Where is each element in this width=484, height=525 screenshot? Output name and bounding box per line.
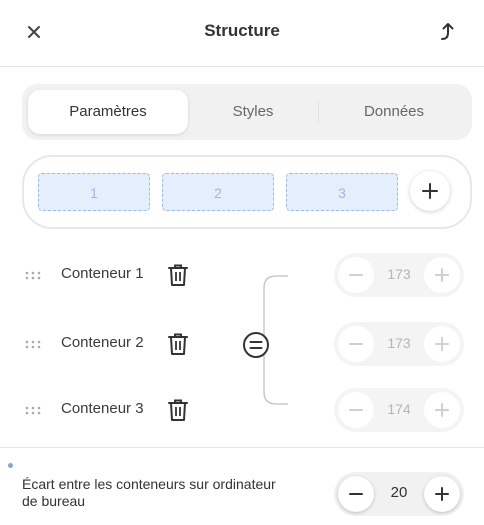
- responsive-indicator-dot: [8, 463, 13, 468]
- increment-button[interactable]: [424, 326, 460, 362]
- container-row: Conteneur 3 174: [22, 386, 472, 434]
- minus-icon: [349, 274, 363, 276]
- container-row: Conteneur 1 173: [22, 251, 472, 299]
- container-label: Conteneur 1: [61, 265, 144, 282]
- collapse-arrow-icon[interactable]: [436, 20, 460, 44]
- trash-icon[interactable]: [166, 397, 190, 423]
- tab-bar: Paramètres Styles Données: [22, 84, 472, 140]
- drag-handle-icon[interactable]: [24, 269, 42, 281]
- tab-parametres[interactable]: Paramètres: [28, 90, 188, 134]
- tab-donnees[interactable]: Données: [319, 90, 469, 134]
- width-value: 173: [387, 335, 411, 351]
- minus-icon: [349, 409, 363, 411]
- minus-icon: [349, 493, 363, 495]
- trash-icon[interactable]: [166, 331, 190, 357]
- structure-panel: Structure Paramètres Styles Données 1 2 …: [0, 0, 484, 525]
- plus-icon: [435, 403, 449, 417]
- trash-icon[interactable]: [166, 262, 190, 288]
- drag-handle-icon[interactable]: [24, 338, 42, 350]
- increment-button[interactable]: [424, 257, 460, 293]
- decrement-button[interactable]: [338, 392, 374, 428]
- decrement-button[interactable]: [338, 257, 374, 293]
- increment-button[interactable]: [424, 392, 460, 428]
- gap-increment-button[interactable]: [424, 476, 460, 512]
- container-label: Conteneur 2: [61, 334, 144, 351]
- plus-icon: [422, 183, 438, 199]
- gap-decrement-button[interactable]: [338, 476, 374, 512]
- add-column-button[interactable]: [410, 171, 450, 211]
- width-stepper: 173: [334, 253, 464, 297]
- column-2[interactable]: 2: [162, 173, 274, 211]
- panel-title: Structure: [204, 21, 280, 40]
- tab-styles[interactable]: Styles: [188, 90, 318, 134]
- width-value: 173: [387, 266, 411, 282]
- panel-header: Structure: [0, 0, 484, 67]
- column-1[interactable]: 1: [38, 173, 150, 211]
- drag-handle-icon[interactable]: [24, 404, 42, 416]
- width-stepper: 174: [334, 388, 464, 432]
- column-3[interactable]: 3: [286, 173, 398, 211]
- plus-icon: [435, 268, 449, 282]
- equal-sizes-icon[interactable]: [242, 331, 270, 359]
- column-selector: 1 2 3: [22, 155, 472, 229]
- plus-icon: [435, 337, 449, 351]
- container-label: Conteneur 3: [61, 400, 144, 417]
- decrement-button[interactable]: [338, 326, 374, 362]
- gap-stepper: 20: [334, 472, 464, 516]
- width-stepper: 173: [334, 322, 464, 366]
- section-divider: [0, 447, 484, 448]
- plus-icon: [435, 487, 449, 501]
- gap-value: 20: [390, 484, 408, 501]
- minus-icon: [349, 343, 363, 345]
- gap-label: Écart entre les conteneurs sur ordinateu…: [22, 476, 276, 509]
- width-value: 174: [387, 401, 411, 417]
